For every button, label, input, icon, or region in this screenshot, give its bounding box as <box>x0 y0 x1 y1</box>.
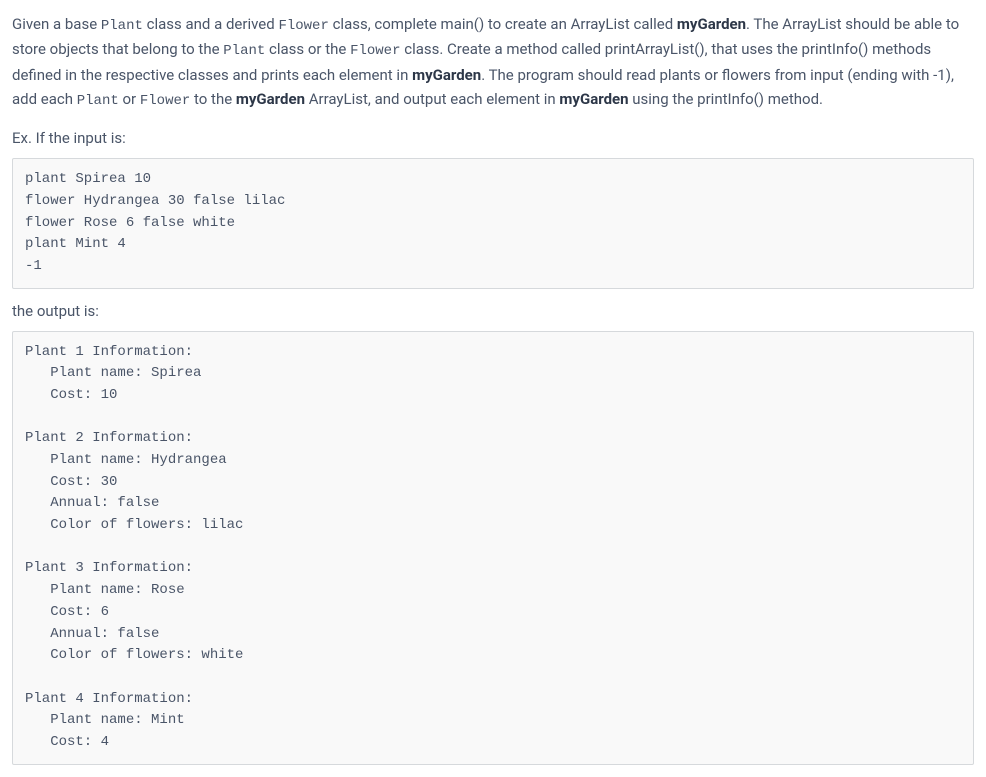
code-plant: Plant <box>101 18 143 34</box>
bold-mygarden: myGarden <box>236 90 305 108</box>
desc-text: ArrayList, and output each element in <box>305 90 559 108</box>
code-flower: Flower <box>350 43 400 59</box>
desc-text: class or the <box>265 40 350 58</box>
bold-mygarden: myGarden <box>559 90 628 108</box>
bold-mygarden: myGarden <box>677 15 746 33</box>
example-output-label: the output is: <box>12 299 974 323</box>
desc-text: class, complete main() to create an Arra… <box>329 15 677 33</box>
code-plant: Plant <box>223 43 265 59</box>
desc-text: using the printInfo() method. <box>629 90 823 108</box>
input-code-block: plant Spirea 10 flower Hydrangea 30 fals… <box>12 158 974 288</box>
desc-text: or <box>119 90 140 108</box>
bold-mygarden: myGarden <box>412 66 481 84</box>
desc-text: class and a derived <box>143 15 279 33</box>
desc-text: to the <box>190 90 236 108</box>
code-plant: Plant <box>77 93 119 109</box>
output-code-block: Plant 1 Information: Plant name: Spirea … <box>12 331 974 765</box>
example-input-label: Ex. If the input is: <box>12 126 974 150</box>
code-flower: Flower <box>278 18 328 34</box>
code-flower: Flower <box>140 93 190 109</box>
desc-text: Given a base <box>12 15 101 33</box>
problem-description: Given a base Plant class and a derived F… <box>12 12 974 112</box>
